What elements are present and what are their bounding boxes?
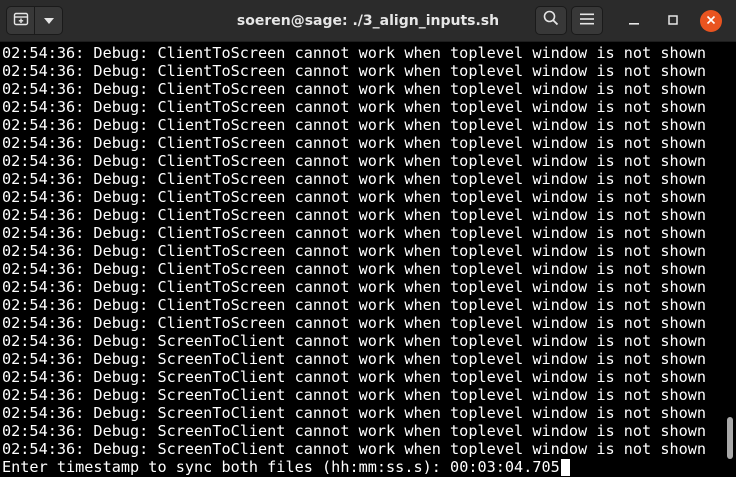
terminal-line: 02:54:36: Debug: ClientToScreen cannot w…: [2, 44, 707, 62]
hamburger-icon: [580, 12, 594, 30]
titlebar: soeren@sage: ./3_align_inputs.sh: [0, 0, 736, 42]
prompt-input-value[interactable]: 00:03:04.705: [450, 458, 560, 476]
terminal-line: 02:54:36: Debug: ClientToScreen cannot w…: [2, 224, 707, 242]
terminal-line: 02:54:36: Debug: ScreenToClient cannot w…: [2, 350, 707, 368]
new-tab-icon: [13, 10, 29, 31]
terminal-line: 02:54:36: Debug: ScreenToClient cannot w…: [2, 332, 707, 350]
terminal-window: soeren@sage: ./3_align_inputs.sh 02:54:3…: [0, 0, 736, 477]
terminal-line: 02:54:36: Debug: ScreenToClient cannot w…: [2, 386, 707, 404]
terminal-line: 02:54:36: Debug: ClientToScreen cannot w…: [2, 62, 707, 80]
prompt-text: Enter timestamp to sync both files (hh:m…: [2, 458, 451, 476]
scrollbar-thumb[interactable]: [727, 417, 733, 459]
tab-menu-dropdown-button[interactable]: [35, 7, 62, 34]
terminal-line: 02:54:36: Debug: ClientToScreen cannot w…: [2, 314, 707, 332]
search-icon: [543, 10, 559, 31]
terminal-line: 02:54:36: Debug: ClientToScreen cannot w…: [2, 188, 707, 206]
new-tab-button-group: [6, 6, 63, 35]
search-button[interactable]: [535, 6, 567, 35]
terminal-line: 02:54:36: Debug: ScreenToClient cannot w…: [2, 422, 707, 440]
chevron-down-icon: [43, 12, 55, 30]
terminal-line: 02:54:36: Debug: ClientToScreen cannot w…: [2, 116, 707, 134]
text-cursor: [560, 458, 570, 476]
terminal-line: 02:54:36: Debug: ScreenToClient cannot w…: [2, 404, 707, 422]
terminal-line: 02:54:36: Debug: ClientToScreen cannot w…: [2, 206, 707, 224]
minimize-button[interactable]: [623, 10, 645, 32]
terminal-line: 02:54:36: Debug: ClientToScreen cannot w…: [2, 152, 707, 170]
new-tab-button[interactable]: [7, 7, 36, 34]
terminal-line: 02:54:36: Debug: ClientToScreen cannot w…: [2, 98, 707, 116]
terminal-line: 02:54:36: Debug: ClientToScreen cannot w…: [2, 170, 707, 188]
close-icon: [706, 12, 716, 30]
terminal-line: 02:54:36: Debug: ClientToScreen cannot w…: [2, 242, 707, 260]
prompt-line[interactable]: Enter timestamp to sync both files (hh:m…: [2, 458, 570, 476]
minimize-icon: [629, 12, 639, 30]
terminal-line: 02:54:36: Debug: ClientToScreen cannot w…: [2, 134, 707, 152]
menu-button[interactable]: [571, 6, 603, 35]
terminal-output: 02:54:36: Debug: ClientToScreen cannot w…: [2, 44, 706, 458]
maximize-icon: [668, 12, 678, 30]
terminal-line: 02:54:36: Debug: ScreenToClient cannot w…: [2, 440, 707, 458]
scrollbar[interactable]: [727, 43, 733, 477]
terminal-line: 02:54:36: Debug: ClientToScreen cannot w…: [2, 278, 707, 296]
terminal-line: 02:54:36: Debug: ClientToScreen cannot w…: [2, 296, 707, 314]
terminal-line: 02:54:36: Debug: ScreenToClient cannot w…: [2, 368, 707, 386]
maximize-button[interactable]: [662, 10, 684, 32]
close-button[interactable]: [700, 10, 722, 32]
terminal-line: 02:54:36: Debug: ClientToScreen cannot w…: [2, 260, 707, 278]
terminal-output-area[interactable]: 02:54:36: Debug: ClientToScreen cannot w…: [0, 43, 736, 477]
terminal-line: 02:54:36: Debug: ClientToScreen cannot w…: [2, 80, 707, 98]
